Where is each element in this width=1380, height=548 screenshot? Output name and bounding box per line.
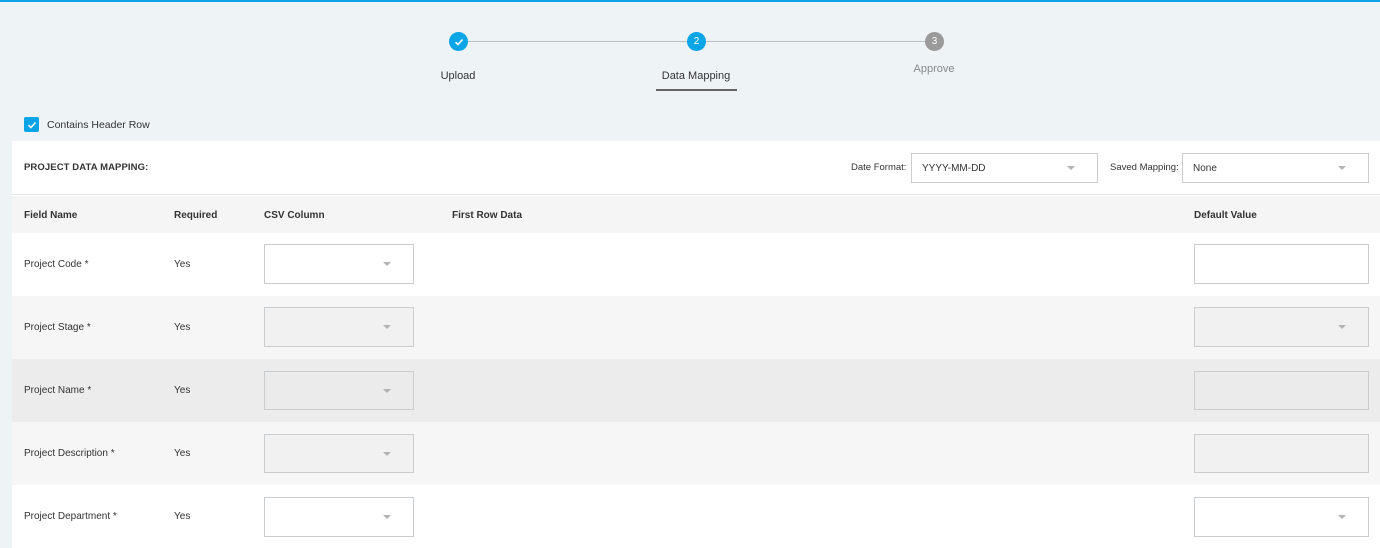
default-value-input[interactable] [1194,244,1369,284]
table-row: Project Code * Yes [12,233,1380,296]
step-data-mapping-label[interactable]: Data Mapping [626,70,766,82]
saved-mapping-select[interactable]: None [1182,153,1369,183]
field-name: Project Department * [24,511,117,522]
chevron-down-icon [1338,166,1346,170]
contains-header-row-checkbox[interactable] [24,117,39,132]
col-default-value: Default Value [1194,210,1257,221]
step-connector [468,41,688,42]
col-csv-column: CSV Column [264,210,325,221]
default-value-input[interactable] [1194,434,1369,473]
table-row: Project Description * Yes [12,422,1380,485]
default-value-select[interactable] [1194,497,1369,537]
col-field-name: Field Name [24,210,78,221]
field-name: Project Stage * [24,322,91,333]
saved-mapping-value: None [1193,162,1217,174]
col-first-row-data: First Row Data [452,210,523,221]
chevron-down-icon [383,262,391,266]
chevron-down-icon [1338,325,1346,329]
mapping-header: PROJECT DATA MAPPING: Date Format: YYYY-… [12,141,1380,195]
table-row: Project Name * Yes [12,359,1380,422]
chevron-down-icon [383,325,391,329]
step-connector [706,41,926,42]
required-value: Yes [174,448,191,459]
date-format-value: YYYY-MM-DD [922,162,986,174]
default-value-select[interactable] [1194,307,1369,347]
default-value-input[interactable] [1194,371,1369,410]
field-name: Project Code * [24,259,89,270]
required-value: Yes [174,511,191,522]
required-value: Yes [174,385,191,396]
step-approve-number: 3 [925,32,944,51]
required-value: Yes [174,259,191,270]
table-header: Field Name Required CSV Column First Row… [12,196,1380,233]
field-name: Project Description * [24,448,115,459]
step-upload-check-icon[interactable] [449,32,468,51]
contains-header-row-option[interactable]: Contains Header Row [24,117,150,132]
step-approve-label: Approve [913,63,955,75]
step-upload-label[interactable]: Upload [388,70,528,82]
wizard-stepper: Upload 2 Data Mapping 3 Approve [0,2,1380,102]
chevron-down-icon [383,451,391,456]
chevron-down-icon [1338,515,1346,519]
step-data-mapping-number[interactable]: 2 [687,32,706,51]
table-row: Project Stage * Yes [12,296,1380,359]
chevron-down-icon [383,515,391,519]
date-format-select[interactable]: YYYY-MM-DD [911,153,1098,183]
csv-column-select[interactable] [264,434,414,473]
chevron-down-icon [383,388,391,393]
csv-column-select[interactable] [264,244,414,284]
date-format-label: Date Format: [851,162,907,173]
csv-column-select[interactable] [264,371,414,410]
mapping-title: PROJECT DATA MAPPING: [24,162,149,173]
active-step-underline [656,89,737,91]
saved-mapping-label: Saved Mapping: [1110,162,1179,173]
required-value: Yes [174,322,191,333]
mapping-card: PROJECT DATA MAPPING: Date Format: YYYY-… [12,141,1380,548]
chevron-down-icon [1067,166,1075,170]
csv-column-select[interactable] [264,497,414,537]
table-row: Project Department * Yes [12,485,1380,548]
field-name: Project Name * [24,385,92,396]
csv-column-select[interactable] [264,307,414,347]
col-required: Required [174,210,218,221]
contains-header-row-label[interactable]: Contains Header Row [47,119,150,131]
